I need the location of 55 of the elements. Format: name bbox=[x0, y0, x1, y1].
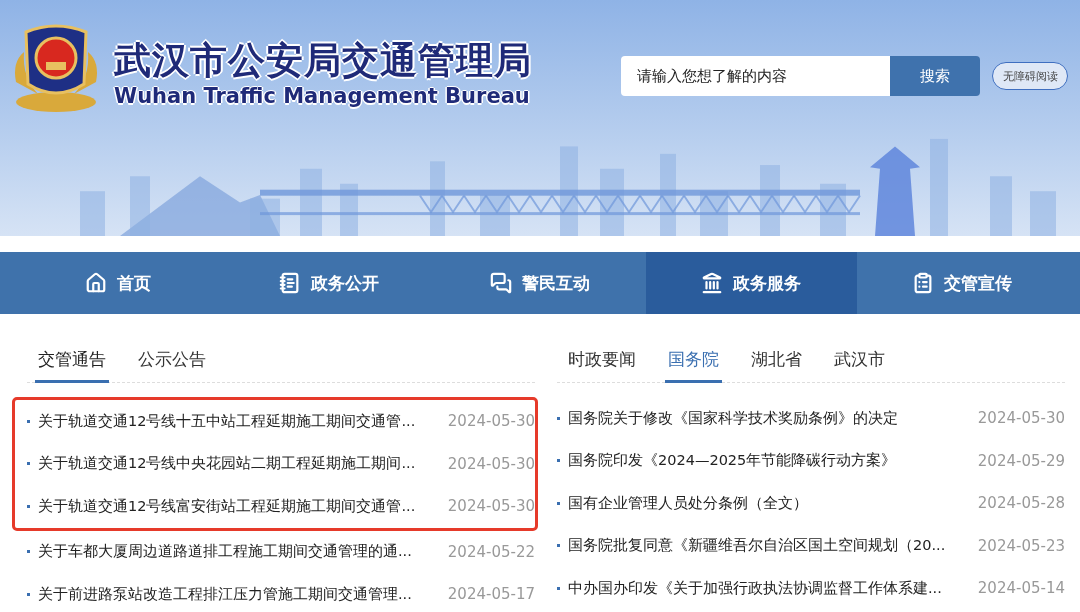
search-button[interactable]: 搜索 bbox=[890, 56, 980, 96]
news-date: 2024-05-29 bbox=[977, 451, 1065, 470]
news-date: 2024-05-28 bbox=[977, 494, 1065, 513]
news-tab[interactable]: 湖北省 bbox=[748, 340, 805, 383]
bullet-icon bbox=[557, 586, 560, 590]
news-link[interactable]: 国有企业管理人员处分条例（全文） bbox=[568, 493, 970, 513]
nav-label: 政务公开 bbox=[310, 271, 379, 295]
news-link[interactable]: 关于轨道交通12号线中央花园站二期工程延期施工期间... bbox=[38, 454, 440, 474]
news-link[interactable]: 关于前进路泵站改造工程排江压力管施工期间交通管理... bbox=[38, 584, 440, 604]
bullet-icon bbox=[27, 462, 30, 466]
accessibility-button[interactable]: 无障碍阅读 bbox=[992, 62, 1068, 90]
nav-tab[interactable]: 政务服务 bbox=[645, 252, 857, 314]
news-date: 2024-05-30 bbox=[977, 409, 1065, 428]
news-tab[interactable]: 时政要闻 bbox=[565, 340, 639, 383]
news-date: 2024-05-30 bbox=[447, 454, 535, 473]
news-link[interactable]: 关于轨道交通12号线十五中站工程延期施工期间交通管... bbox=[38, 411, 440, 431]
bullet-icon bbox=[27, 504, 30, 508]
bullet-icon bbox=[557, 501, 560, 505]
site-title: 武汉市公安局交通管理局 bbox=[114, 40, 532, 82]
chat-icon bbox=[490, 272, 512, 294]
nav-tab[interactable]: 警民互动 bbox=[434, 252, 646, 314]
news-tab[interactable]: 国务院 bbox=[665, 340, 722, 383]
news-tab[interactable]: 交管通告 bbox=[35, 340, 109, 383]
news-link[interactable]: 关于轨道交通12号线富安街站工程延期施工期间交通管... bbox=[38, 496, 440, 516]
building-icon bbox=[701, 272, 724, 294]
nav-tab[interactable]: 交管宣传 bbox=[856, 252, 1068, 314]
news-date: 2024-05-30 bbox=[447, 497, 535, 516]
news-date: 2024-05-14 bbox=[977, 579, 1065, 598]
bullet-icon bbox=[27, 592, 30, 596]
site-subtitle: Wuhan Traffic Management Bureau bbox=[114, 84, 531, 108]
news-date: 2024-05-17 bbox=[447, 585, 535, 604]
news-date: 2024-05-30 bbox=[447, 412, 535, 431]
news-tab[interactable]: 公示公告 bbox=[135, 340, 209, 383]
bullet-icon bbox=[557, 459, 560, 463]
bullet-icon bbox=[557, 544, 560, 548]
bullet-icon bbox=[27, 550, 30, 554]
nav-label: 警民互动 bbox=[522, 271, 590, 295]
document-icon bbox=[278, 272, 301, 294]
news-date: 2024-05-22 bbox=[447, 542, 535, 561]
nav-label: 交管宣传 bbox=[944, 271, 1013, 295]
news-link[interactable]: 国务院关于修改《国家科学技术奖励条例》的决定 bbox=[568, 408, 970, 428]
bullet-icon bbox=[557, 416, 560, 420]
nav-tab[interactable]: 首页 bbox=[12, 252, 224, 314]
home-icon bbox=[84, 272, 107, 294]
news-date: 2024-05-23 bbox=[977, 536, 1065, 555]
nav-tab[interactable]: 政务公开 bbox=[223, 252, 435, 314]
nav-label: 政务服务 bbox=[733, 271, 802, 295]
news-tab[interactable]: 武汉市 bbox=[831, 340, 888, 383]
news-link[interactable]: 国务院印发《2024—2025年节能降碳行动方案》 bbox=[568, 451, 970, 471]
news-link[interactable]: 国务院批复同意《新疆维吾尔自治区国土空间规划（20... bbox=[568, 536, 970, 556]
news-link[interactable]: 中办国办印发《关于加强行政执法协调监督工作体系建... bbox=[568, 578, 970, 598]
search-field[interactable]: 请输入您想了解的内容 bbox=[621, 56, 890, 96]
nav-label: 首页 bbox=[116, 271, 151, 295]
news-link[interactable]: 关于车都大厦周边道路道排工程施工期间交通管理的通... bbox=[38, 542, 440, 562]
bullet-icon bbox=[27, 419, 30, 423]
